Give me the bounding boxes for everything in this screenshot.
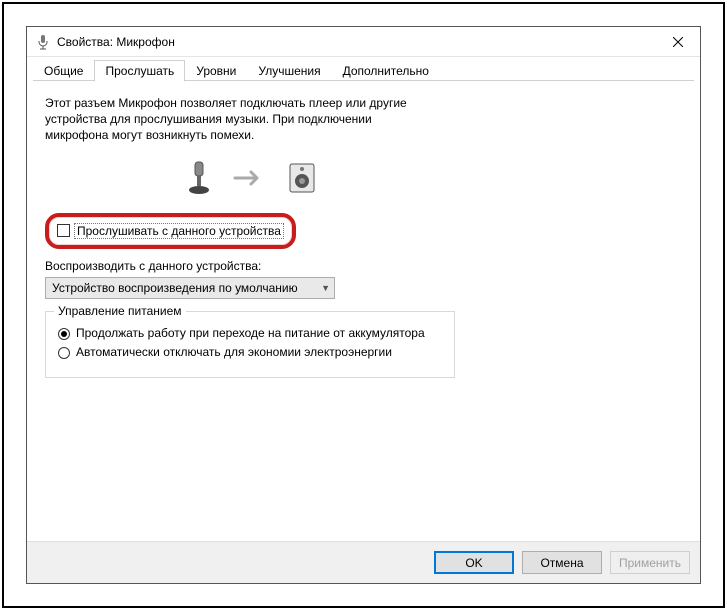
tab-advanced[interactable]: Дополнительно	[332, 60, 440, 81]
tab-content: Этот разъем Микрофон позволяет подключат…	[27, 81, 700, 541]
button-bar: OK Отмена Применить	[27, 541, 700, 583]
playback-device-label: Воспроизводить с данного устройства:	[45, 259, 682, 273]
cancel-button[interactable]: Отмена	[522, 551, 602, 574]
power-management-legend: Управление питанием	[54, 304, 186, 318]
power-auto-off-radio[interactable]	[58, 347, 70, 359]
window-title: Свойства: Микрофон	[57, 35, 175, 49]
power-auto-off-label: Автоматически отключать для экономии эле…	[76, 345, 392, 361]
playback-device-value: Устройство воспроизведения по умолчанию	[52, 281, 298, 295]
chevron-down-icon: ▼	[321, 283, 330, 293]
power-continue-radio[interactable]	[58, 328, 70, 340]
listen-checkbox-row[interactable]: Прослушивать с данного устройства	[57, 223, 284, 239]
arrow-right-icon	[233, 169, 267, 190]
ok-button[interactable]: OK	[434, 551, 514, 574]
power-management-group: Управление питанием Продолжать работу пр…	[45, 311, 455, 378]
tab-enhancements[interactable]: Улучшения	[247, 60, 331, 81]
microphone-icon	[35, 34, 51, 50]
window: Свойства: Микрофон Общие Прослушать Уров…	[26, 26, 701, 584]
close-button[interactable]	[655, 27, 700, 57]
titlebar: Свойства: Микрофон	[27, 27, 700, 57]
highlight-annotation: Прослушивать с данного устройства	[45, 213, 296, 249]
apply-button[interactable]: Применить	[610, 551, 690, 574]
mic-device-icon	[185, 160, 213, 199]
tab-listen[interactable]: Прослушать	[94, 60, 185, 82]
tab-general[interactable]: Общие	[33, 60, 94, 81]
listen-checkbox-label: Прослушивать с данного устройства	[74, 223, 284, 239]
power-continue-option[interactable]: Продолжать работу при переходе на питани…	[58, 326, 442, 342]
power-auto-off-option[interactable]: Автоматически отключать для экономии эле…	[58, 345, 442, 361]
playback-device-combo[interactable]: Устройство воспроизведения по умолчанию …	[45, 277, 335, 299]
speaker-device-icon	[287, 161, 317, 198]
device-flow-illustration	[185, 160, 682, 199]
tab-levels[interactable]: Уровни	[185, 60, 247, 81]
listen-description: Этот разъем Микрофон позволяет подключат…	[45, 95, 425, 144]
listen-checkbox[interactable]	[57, 224, 70, 237]
tabstrip: Общие Прослушать Уровни Улучшения Дополн…	[27, 57, 700, 81]
power-continue-label: Продолжать работу при переходе на питани…	[76, 326, 425, 342]
